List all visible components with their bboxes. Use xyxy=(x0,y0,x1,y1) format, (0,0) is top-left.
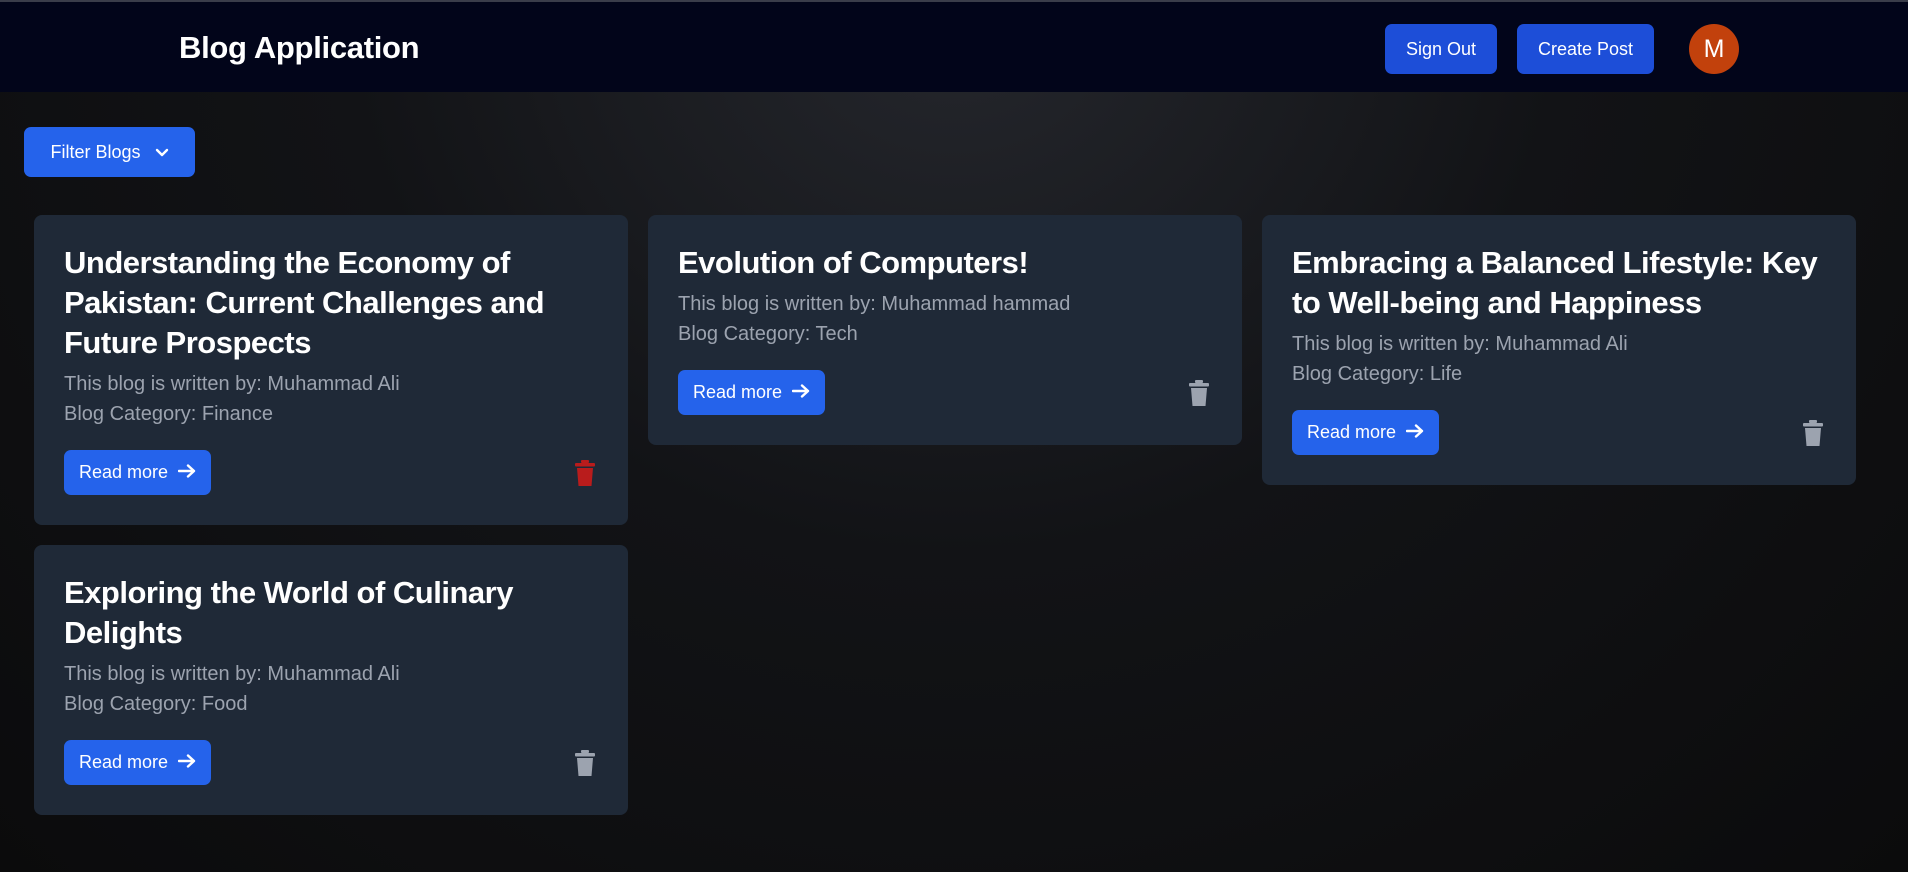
app-title: Blog Application xyxy=(179,30,420,65)
blog-title: Understanding the Economy of Pakistan: C… xyxy=(64,245,545,360)
filter-blogs-label: Filter Blogs xyxy=(50,141,141,162)
blog-author: This blog is written by: Muhammad Ali xyxy=(64,373,400,395)
arrow-right-icon xyxy=(177,752,196,773)
trash-icon[interactable] xyxy=(1803,420,1823,446)
chevron-down-icon xyxy=(155,142,169,163)
blog-title: Evolution of Computers! xyxy=(678,245,1029,280)
blog-category: Blog Category: Tech xyxy=(678,323,858,345)
read-more-button[interactable]: Read more xyxy=(64,450,211,495)
trash-icon[interactable] xyxy=(1189,380,1209,406)
blog-title: Exploring the World of Culinary Delights xyxy=(64,575,513,650)
blog-category: Blog Category: Finance xyxy=(64,403,274,425)
read-more-label: Read more xyxy=(1306,422,1397,442)
user-avatar[interactable]: M xyxy=(1689,24,1739,74)
read-more-label: Read more xyxy=(692,382,783,402)
arrow-right-icon xyxy=(177,462,196,483)
arrow-right-icon xyxy=(1405,422,1424,443)
blog-card: Embracing a Balanced Lifestyle: Key to W… xyxy=(1262,215,1856,485)
blog-author: This blog is written by: Muhammad Ali xyxy=(1292,333,1628,355)
read-more-label: Read more xyxy=(78,462,169,482)
blog-card: Exploring the World of Culinary Delights… xyxy=(34,545,628,815)
read-more-label: Read more xyxy=(78,752,169,772)
create-post-button[interactable]: Create Post xyxy=(1517,24,1654,74)
read-more-button[interactable]: Read more xyxy=(678,370,825,415)
filter-blogs-button[interactable]: Filter Blogs xyxy=(24,127,195,177)
trash-icon[interactable] xyxy=(575,460,595,486)
arrow-right-icon xyxy=(791,382,810,403)
blog-card: Understanding the Economy of Pakistan: C… xyxy=(34,215,628,525)
blog-card: Evolution of Computers! This blog is wri… xyxy=(648,215,1242,445)
top-navbar: Blog Application Sign Out Create Post M xyxy=(0,0,1908,92)
read-more-button[interactable]: Read more xyxy=(64,740,211,785)
blog-author: This blog is written by: Muhammad Ali xyxy=(64,663,400,685)
read-more-button[interactable]: Read more xyxy=(1292,410,1439,455)
blog-category: Blog Category: Food xyxy=(64,693,248,715)
blog-title: Embracing a Balanced Lifestyle: Key to W… xyxy=(1292,245,1818,320)
blog-author: This blog is written by: Muhammad hammad xyxy=(678,293,1071,315)
blog-category: Blog Category: Life xyxy=(1292,363,1463,385)
sign-out-button[interactable]: Sign Out xyxy=(1385,24,1497,74)
trash-icon[interactable] xyxy=(575,750,595,776)
